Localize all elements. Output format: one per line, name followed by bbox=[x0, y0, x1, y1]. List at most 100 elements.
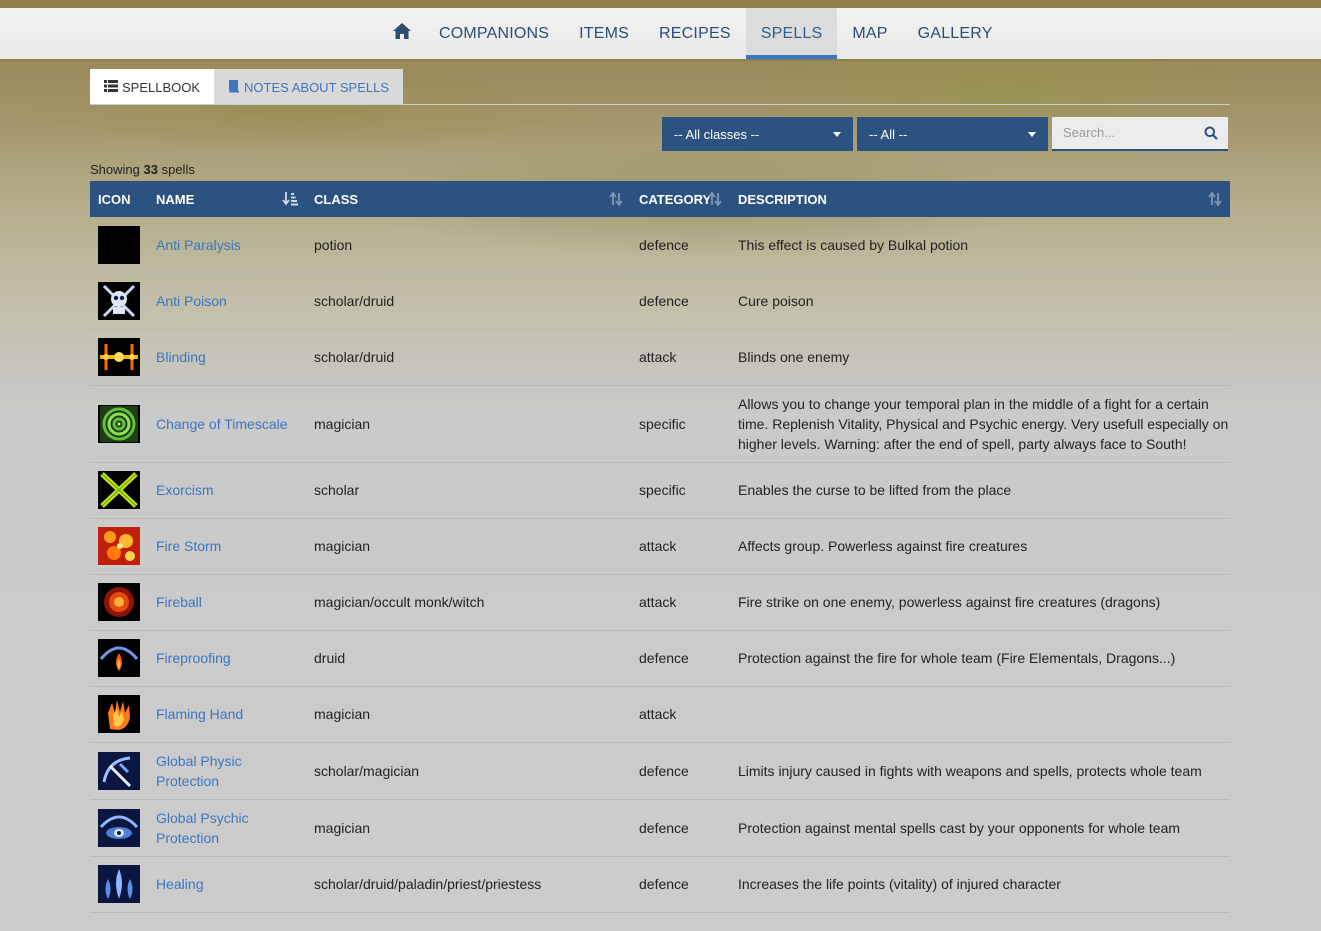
class-cell: magician bbox=[306, 686, 631, 743]
nav-companions[interactable]: COMPANIONS bbox=[424, 8, 564, 59]
nav-home[interactable] bbox=[380, 8, 424, 59]
category-cell: defence bbox=[631, 799, 730, 857]
spell-link[interactable]: Fireproofing bbox=[156, 650, 231, 666]
description-cell: Fire strike on one enemy, powerless agai… bbox=[730, 574, 1230, 631]
name-cell: Anti Poison bbox=[148, 273, 306, 330]
spell-link[interactable]: Anti Poison bbox=[156, 293, 227, 309]
fireball-icon bbox=[98, 583, 140, 621]
spell-link[interactable]: Anti Paralysis bbox=[156, 237, 241, 253]
table-row: Change of Timescale magician specific Al… bbox=[90, 385, 1230, 463]
name-cell: Fireproofing bbox=[148, 630, 306, 687]
description-cell bbox=[730, 686, 1230, 743]
description-cell: Protection against mental spells cast by… bbox=[730, 799, 1230, 857]
class-cell: potion bbox=[306, 217, 631, 274]
search-input[interactable] bbox=[1052, 117, 1203, 147]
flaming-hand-icon bbox=[98, 695, 140, 733]
class-cell: magician/occult monk/witch bbox=[306, 574, 631, 631]
name-cell: Blinding bbox=[148, 329, 306, 386]
category-cell: defence bbox=[631, 856, 730, 913]
column-header-class[interactable]: CLASS bbox=[306, 181, 631, 217]
description-cell: Enables the curse to be lifted from the … bbox=[730, 462, 1230, 519]
search-icon[interactable] bbox=[1204, 126, 1218, 145]
description-cell: Increases the life points (vitality) of … bbox=[730, 856, 1230, 913]
class-cell: druid bbox=[306, 630, 631, 687]
subtabs: SPELLBOOK NOTES ABOUT SPELLS bbox=[90, 69, 404, 105]
category-filter-select[interactable]: -- All -- bbox=[857, 117, 1048, 151]
category-cell: specific bbox=[631, 462, 730, 519]
spell-link[interactable]: Healing bbox=[156, 876, 203, 892]
nav-recipes[interactable]: RECIPES bbox=[644, 8, 746, 59]
header-category-label: CATEGORY bbox=[639, 191, 712, 207]
category-cell: attack bbox=[631, 518, 730, 575]
flash-icon bbox=[98, 338, 140, 376]
table-row: Healing scholar/druid/paladin/priest/pri… bbox=[90, 856, 1230, 913]
spell-link[interactable]: Global Psychic Protection bbox=[156, 810, 249, 846]
header-name-label: NAME bbox=[156, 191, 195, 207]
chevron-down-icon bbox=[833, 132, 841, 137]
name-cell: Anti Paralysis bbox=[148, 217, 306, 274]
nav-items: COMPANIONS ITEMS RECIPES SPELLS MAP GALL… bbox=[380, 8, 1008, 59]
sort-icon bbox=[1208, 191, 1222, 209]
category-cell: attack bbox=[631, 329, 730, 386]
tab-notes-about-spells[interactable]: NOTES ABOUT SPELLS bbox=[214, 69, 404, 105]
column-header-description[interactable]: DESCRIPTION bbox=[730, 181, 1230, 217]
cross-x-icon bbox=[98, 471, 140, 509]
table-row: Anti Poison scholar/druid defence Cure p… bbox=[90, 273, 1230, 330]
class-cell: magician bbox=[306, 518, 631, 575]
icon-cell bbox=[90, 462, 148, 519]
skull-cross-icon bbox=[98, 282, 140, 320]
table-row: Blinding scholar/druid attack Blinds one… bbox=[90, 329, 1230, 386]
home-icon bbox=[392, 22, 412, 45]
icon-cell bbox=[90, 385, 148, 463]
table-row: Global Psychic Protection magician defen… bbox=[90, 799, 1230, 857]
header-icon-label: ICON bbox=[98, 191, 131, 207]
table-header-row: ICON NAME CLASS CATEGORY DESCRIPTION bbox=[90, 181, 1230, 217]
psychic-eye-icon bbox=[98, 808, 140, 847]
name-cell: Global Physic Protection bbox=[148, 742, 306, 800]
tab-notes-label: NOTES ABOUT SPELLS bbox=[244, 79, 390, 95]
tab-spellbook[interactable]: SPELLBOOK bbox=[90, 69, 215, 105]
sort-icon bbox=[708, 191, 722, 209]
class-cell: scholar/druid bbox=[306, 273, 631, 330]
spell-link[interactable]: Fireball bbox=[156, 594, 202, 610]
nav-map[interactable]: MAP bbox=[837, 8, 902, 59]
name-cell: Fire Storm bbox=[148, 518, 306, 575]
nav-gallery[interactable]: GALLERY bbox=[903, 8, 1008, 59]
icon-cell bbox=[90, 799, 148, 857]
category-cell: defence bbox=[631, 742, 730, 800]
chevron-down-icon bbox=[1028, 132, 1036, 137]
spell-link[interactable]: Flaming Hand bbox=[156, 706, 243, 722]
spell-link[interactable]: Blinding bbox=[156, 349, 206, 365]
top-navigation: COMPANIONS ITEMS RECIPES SPELLS MAP GALL… bbox=[0, 8, 1321, 59]
spell-link[interactable]: Global Physic Protection bbox=[156, 753, 242, 789]
column-header-category[interactable]: CATEGORY bbox=[631, 181, 730, 217]
spell-link[interactable]: Change of Timescale bbox=[156, 416, 288, 432]
tab-spellbook-label: SPELLBOOK bbox=[122, 79, 201, 95]
spell-link[interactable]: Fire Storm bbox=[156, 538, 221, 554]
icon-cell bbox=[90, 518, 148, 575]
column-header-name[interactable]: NAME bbox=[148, 181, 306, 217]
name-cell: Fireball bbox=[148, 574, 306, 631]
physic-shield-icon bbox=[98, 751, 140, 790]
table-row: Anti Paralysis potion defence This effec… bbox=[90, 217, 1230, 274]
column-header-icon: ICON bbox=[90, 181, 148, 217]
icon-cell bbox=[90, 574, 148, 631]
spell-link[interactable]: Exorcism bbox=[156, 482, 214, 498]
healing-drops-icon bbox=[98, 865, 140, 903]
table-row: Global Physic Protection scholar/magicia… bbox=[90, 742, 1230, 800]
header-description-label: DESCRIPTION bbox=[738, 191, 827, 207]
description-cell: Blinds one enemy bbox=[730, 329, 1230, 386]
category-cell: attack bbox=[631, 686, 730, 743]
nav-spells[interactable]: SPELLS bbox=[745, 8, 838, 59]
nav-items-link[interactable]: ITEMS bbox=[564, 8, 644, 59]
table-row: Exorcism scholar specific Enables the cu… bbox=[90, 462, 1230, 519]
description-cell: Affects group. Powerless against fire cr… bbox=[730, 518, 1230, 575]
description-cell: Protection against the fire for whole te… bbox=[730, 630, 1230, 687]
description-cell: Cure poison bbox=[730, 273, 1230, 330]
icon-cell bbox=[90, 630, 148, 687]
search-box bbox=[1052, 117, 1228, 151]
category-filter-value: -- All -- bbox=[869, 126, 908, 142]
book-icon bbox=[228, 79, 240, 96]
class-filter-value: -- All classes -- bbox=[674, 126, 760, 142]
class-filter-select[interactable]: -- All classes -- bbox=[662, 117, 853, 151]
